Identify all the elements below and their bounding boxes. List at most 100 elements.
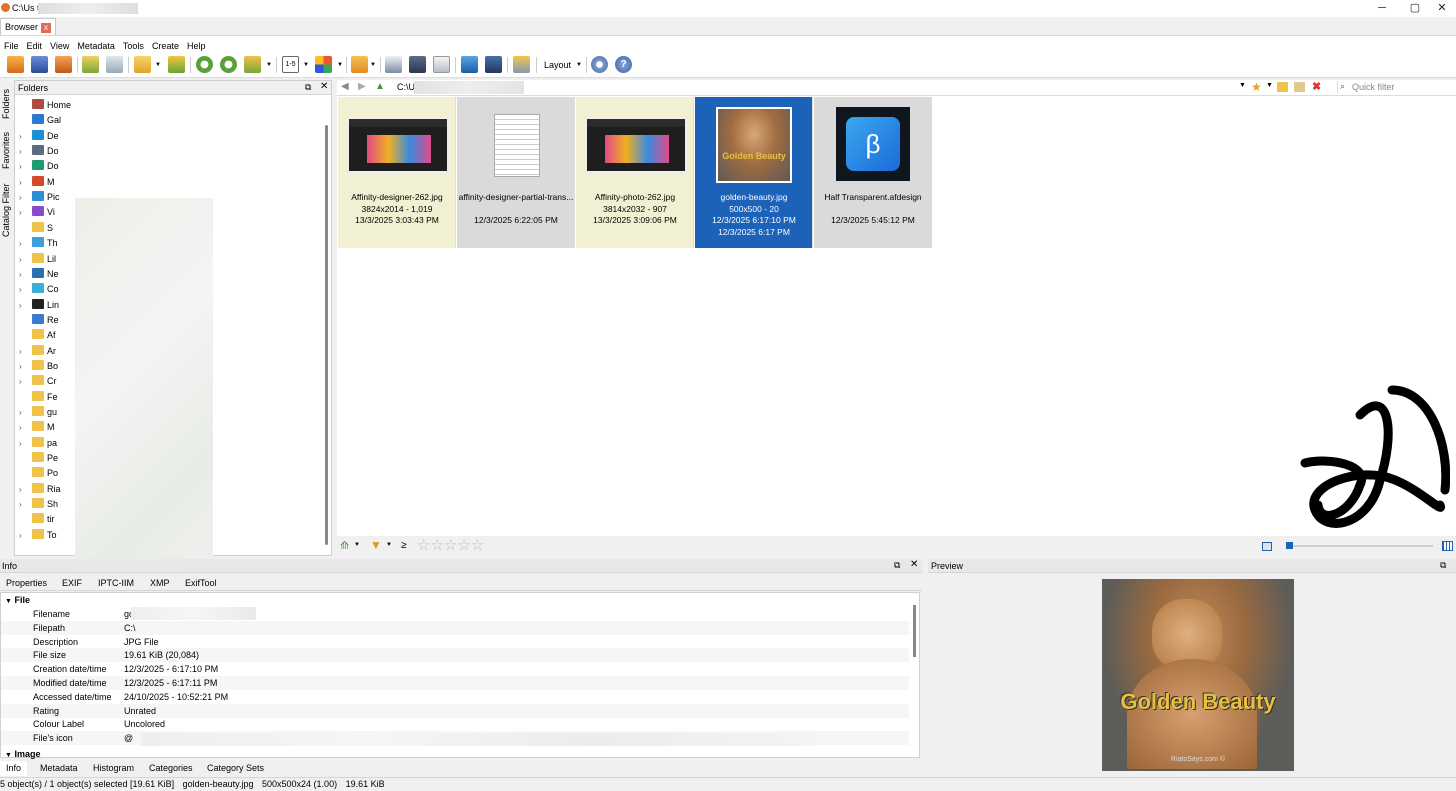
menu-edit[interactable]: Edit bbox=[23, 36, 47, 52]
capture-icon[interactable] bbox=[385, 56, 402, 73]
property-row[interactable]: Description JPG File bbox=[1, 635, 909, 649]
menu-tools[interactable]: Tools bbox=[119, 36, 148, 52]
delete-icon[interactable]: ✖ bbox=[1312, 80, 1321, 93]
tab-categories[interactable]: Categories bbox=[149, 763, 193, 773]
batch-dropdown-icon[interactable]: ▼ bbox=[266, 62, 272, 68]
new-folder-icon[interactable] bbox=[1277, 82, 1288, 92]
property-row[interactable]: Modified date/time 12/3/2025 - 6:17:11 PM bbox=[1, 676, 909, 690]
expand-chevron-icon[interactable]: › bbox=[19, 344, 29, 359]
range-dropdown-icon[interactable]: ▼ bbox=[303, 62, 309, 68]
section-file[interactable]: ▼ File bbox=[5, 595, 30, 605]
thumbnail-item[interactable]: Affinity-designer-262.jpg 3824x2014 - 1,0… bbox=[338, 97, 456, 248]
filter-icon[interactable]: ▼ bbox=[370, 538, 382, 552]
thumbnail-item[interactable]: affinity-designer-partial-trans... 12/3/2… bbox=[457, 97, 575, 248]
expand-chevron-icon[interactable]: › bbox=[19, 420, 29, 435]
thumbnail-item[interactable]: Affinity-photo-262.jpg 3814x2032 - 907 13/… bbox=[576, 97, 694, 248]
move-to-icon[interactable] bbox=[134, 56, 151, 73]
property-row[interactable]: Creation date/time 12/3/2025 - 6:17:10 PM bbox=[1, 662, 909, 676]
back-icon[interactable]: ◀ bbox=[341, 81, 349, 92]
quick-filter-input[interactable]: Quick filter bbox=[1337, 81, 1455, 94]
sort-icon[interactable]: ⟰ bbox=[340, 539, 349, 552]
bookmark-dropdown-icon[interactable]: ▼ bbox=[370, 62, 376, 68]
tab-close-icon[interactable]: x bbox=[41, 22, 52, 33]
folder-item[interactable]: › Do bbox=[19, 144, 209, 159]
expand-chevron-icon[interactable]: › bbox=[19, 497, 29, 512]
property-row[interactable]: Colour Label Uncolored bbox=[1, 717, 909, 731]
tab-exiftool[interactable]: ExifTool bbox=[185, 578, 217, 588]
close-button[interactable]: ✕ bbox=[1432, 1, 1452, 15]
view-mode-icon[interactable] bbox=[315, 56, 332, 73]
close-panel-icon[interactable]: ✕ bbox=[320, 81, 328, 92]
set-wallpaper-icon[interactable] bbox=[168, 56, 185, 73]
filter-dropdown-icon[interactable]: ▼ bbox=[386, 542, 392, 548]
fullscreen-icon[interactable] bbox=[31, 56, 48, 73]
bookmark-icon[interactable] bbox=[351, 56, 368, 73]
expand-chevron-icon[interactable]: › bbox=[19, 236, 29, 251]
folder-item[interactable]: › M bbox=[19, 175, 209, 190]
expand-chevron-icon[interactable]: › bbox=[19, 482, 29, 497]
menu-file[interactable]: File bbox=[0, 36, 23, 52]
property-row[interactable]: File size 19.61 KiB (20,084) bbox=[1, 648, 909, 663]
tab-exif[interactable]: EXIF bbox=[62, 578, 82, 588]
zoom-small-icon[interactable] bbox=[1262, 542, 1272, 551]
expand-chevron-icon[interactable]: › bbox=[19, 159, 29, 174]
property-row[interactable]: Rating Unrated bbox=[1, 703, 909, 718]
thumbnail-item[interactable]: Golden Beauty golden-beauty.jpg 500x500 - … bbox=[695, 97, 813, 248]
address-path[interactable]: C:\U bbox=[397, 82, 415, 92]
rotate-right-icon[interactable] bbox=[220, 56, 237, 73]
thumbnail-item[interactable]: β Half Transparent.afdesign 12/3/2025 5:45… bbox=[814, 97, 932, 248]
menu-help[interactable]: Help bbox=[183, 36, 210, 52]
rating-operator[interactable]: ≥ bbox=[401, 540, 407, 551]
import-icon[interactable] bbox=[82, 56, 99, 73]
settings-gear-icon[interactable] bbox=[591, 56, 608, 73]
view-dropdown-icon[interactable]: ▼ bbox=[337, 62, 343, 68]
sort-dropdown-icon[interactable]: ▼ bbox=[354, 542, 360, 548]
rating-stars[interactable]: ☆☆☆☆☆ bbox=[417, 538, 484, 553]
tab-metadata[interactable]: Metadata bbox=[40, 763, 78, 773]
side-tab-favorites[interactable]: Favorites bbox=[0, 130, 13, 170]
folders-scrollbar[interactable] bbox=[325, 125, 328, 545]
folder-item[interactable]: Home bbox=[19, 98, 209, 113]
folder-item[interactable]: › De bbox=[19, 129, 209, 144]
expand-chevron-icon[interactable]: › bbox=[19, 359, 29, 374]
forward-icon[interactable]: ▶ bbox=[358, 81, 366, 92]
expand-chevron-icon[interactable]: › bbox=[19, 282, 29, 297]
layout-dropdown-icon[interactable]: ▼ bbox=[576, 62, 582, 68]
tab-xmp[interactable]: XMP bbox=[150, 578, 170, 588]
tab-category-sets[interactable]: Category Sets bbox=[207, 763, 264, 773]
open-icon[interactable] bbox=[7, 56, 24, 73]
menu-view[interactable]: View bbox=[46, 36, 73, 52]
minimize-button[interactable]: ─ bbox=[1372, 1, 1392, 15]
batch-icon[interactable] bbox=[244, 56, 261, 73]
float-panel-icon[interactable]: ⧉ bbox=[305, 82, 311, 93]
expand-chevron-icon[interactable]: › bbox=[19, 190, 29, 205]
preview-float-icon[interactable]: ⧉ bbox=[1440, 560, 1446, 571]
tab-iptc[interactable]: IPTC-IIM bbox=[98, 578, 134, 588]
folder-tree-icon[interactable] bbox=[513, 56, 530, 73]
tab-properties[interactable]: Properties bbox=[6, 578, 47, 588]
expand-chevron-icon[interactable]: › bbox=[19, 374, 29, 389]
expand-chevron-icon[interactable]: › bbox=[19, 405, 29, 420]
binoculars-icon[interactable] bbox=[409, 56, 426, 73]
tab-browser[interactable]: Browser x bbox=[0, 18, 57, 35]
address-dropdown-icon[interactable]: ▼ bbox=[1239, 82, 1246, 89]
expand-chevron-icon[interactable]: › bbox=[19, 252, 29, 267]
expand-chevron-icon[interactable]: › bbox=[19, 267, 29, 282]
expand-chevron-icon[interactable]: › bbox=[19, 298, 29, 313]
folder-item[interactable]: › Do bbox=[19, 159, 209, 174]
zoom-slider-thumb[interactable] bbox=[1286, 542, 1293, 549]
export-icon[interactable] bbox=[106, 56, 123, 73]
favorite-dropdown-icon[interactable]: ▼ bbox=[1266, 82, 1273, 89]
compare-icon[interactable] bbox=[433, 56, 450, 73]
maximize-button[interactable]: ▢ bbox=[1405, 1, 1425, 15]
expand-chevron-icon[interactable]: › bbox=[19, 175, 29, 190]
zoom-large-icon[interactable] bbox=[1442, 541, 1453, 551]
edit-folder-icon[interactable] bbox=[1294, 82, 1305, 92]
print-icon[interactable] bbox=[461, 56, 478, 73]
up-folder-icon[interactable]: ▲ bbox=[375, 81, 385, 92]
scan-icon[interactable] bbox=[485, 56, 502, 73]
menu-create[interactable]: Create bbox=[148, 36, 183, 52]
section-image[interactable]: ▼ Image bbox=[5, 749, 40, 759]
tab-histogram[interactable]: Histogram bbox=[93, 763, 134, 773]
rotate-left-icon[interactable] bbox=[196, 56, 213, 73]
